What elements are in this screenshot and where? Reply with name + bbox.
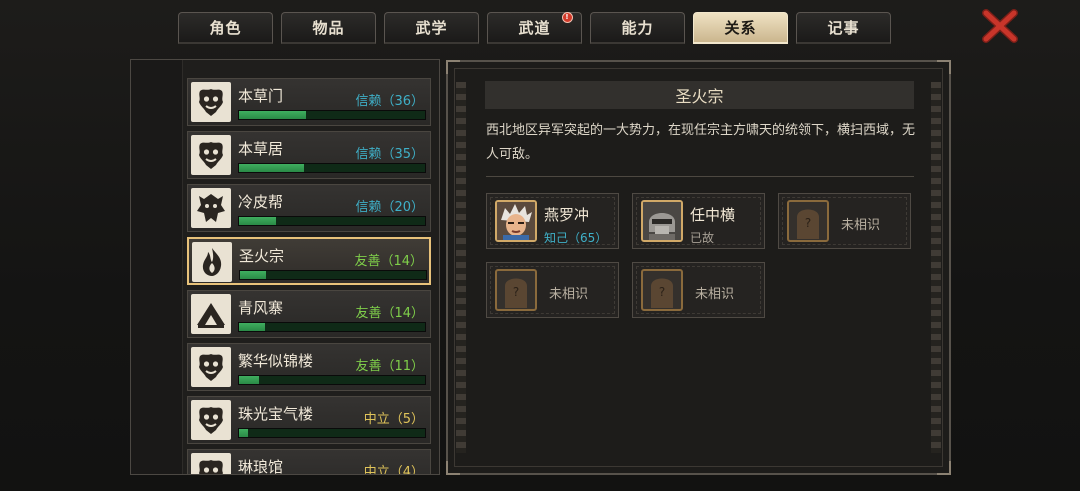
unknown-question-portrait: ? <box>787 200 829 242</box>
fret-border-right <box>931 82 941 453</box>
faction-item[interactable]: 珠光宝气楼 中立（5） <box>187 396 431 444</box>
tab-abilities[interactable]: 能力 <box>590 12 685 44</box>
fret-border-left <box>456 82 466 453</box>
relation-progress-fill <box>239 376 260 384</box>
faction-item[interactable]: 琳琅馆 中立（4） <box>187 449 431 475</box>
relation-progress-bar <box>239 270 427 280</box>
faction-name: 圣火宗 <box>239 247 285 265</box>
svg-text:?: ? <box>513 285 519 299</box>
close-x-icon <box>982 9 1018 43</box>
relation-progress-bar <box>238 110 426 120</box>
tab-character[interactable]: 角色 <box>178 12 273 44</box>
tab-label: 武学 <box>415 19 448 37</box>
unknown-label: 未相识 <box>695 287 735 302</box>
relation-progress-fill <box>240 271 267 279</box>
relation-progress-bar <box>238 163 426 173</box>
unknown-character-card[interactable]: ? 未相识 <box>778 193 911 249</box>
tab-label: 记事 <box>827 19 860 37</box>
tab-items[interactable]: 物品 <box>281 12 376 44</box>
faction-relation-status: 中立（4） <box>363 465 424 475</box>
faction-relation-status: 中立（5） <box>363 412 424 427</box>
faction-item[interactable]: 冷皮帮 信赖（20） <box>187 184 431 232</box>
tab-relations[interactable]: 关系 <box>693 12 788 44</box>
relationship-screen: 角色 物品 武学 武道! 能力 关系 记事 本草门 信赖（36） 本草居 信赖（35）… <box>0 0 1080 491</box>
tab-label: 物品 <box>312 19 345 37</box>
unknown-label: 未相识 <box>841 218 881 233</box>
tab-martial-way[interactable]: 武道! <box>487 12 582 44</box>
relation-progress-bar <box>238 216 426 226</box>
unknown-character-card[interactable]: ? 未相识 <box>486 262 619 318</box>
faction-name: 本草居 <box>238 140 284 158</box>
list-rail <box>131 60 183 474</box>
demon-mask-emblem-icon <box>191 400 231 440</box>
unknown-question-portrait: ? <box>495 269 537 311</box>
faction-description: 西北地区异军突起的一大势力，在现任宗主方啸天的统领下，横扫西域，无人可敌。 <box>486 123 916 162</box>
demon-mask-emblem-icon <box>191 135 231 175</box>
faction-item[interactable]: 圣火宗 友善（14） <box>187 237 431 285</box>
tab-martial-arts[interactable]: 武学 <box>384 12 479 44</box>
faction-title: 圣火宗 <box>485 81 914 109</box>
faction-name: 冷皮帮 <box>238 193 284 211</box>
relation-progress-bar <box>238 375 426 385</box>
faction-relation-status: 友善（14） <box>355 306 424 321</box>
character-name: 任中横 <box>690 206 736 224</box>
faction-list[interactable]: 本草门 信赖（36） 本草居 信赖（35） 冷皮帮 信赖（20） 圣火宗 友善（14） 青风寨友… <box>130 59 440 475</box>
faction-name: 本草门 <box>238 87 284 105</box>
relation-progress-fill <box>239 323 266 331</box>
divider <box>486 176 914 177</box>
corner-ornament <box>937 461 951 475</box>
character-card[interactable]: 燕罗冲知己（65） <box>486 193 619 249</box>
close-button[interactable] <box>980 8 1020 44</box>
faction-name: 琳琅馆 <box>238 458 284 475</box>
faction-detail-panel: 圣火宗 西北地区异军突起的一大势力，在现任宗主方啸天的统领下，横扫西域，无人可敌… <box>446 60 951 475</box>
faction-relation-status: 信赖（35） <box>355 147 424 162</box>
corner-ornament <box>937 60 951 74</box>
flame-emblem-icon <box>192 242 232 282</box>
white-haired-swordsman-portrait <box>495 200 537 242</box>
faction-relation-status: 信赖（20） <box>355 200 424 215</box>
faction-name: 繁华似锦楼 <box>238 352 314 370</box>
tab-journal[interactable]: 记事 <box>796 12 891 44</box>
faction-relation-status: 友善（11） <box>355 359 424 374</box>
corner-ornament <box>446 60 460 74</box>
character-name: 燕罗冲 <box>544 206 590 224</box>
demon-mask-emblem-icon <box>191 82 231 122</box>
relation-progress-fill <box>239 164 305 172</box>
unknown-label: 未相识 <box>549 287 589 302</box>
svg-text:?: ? <box>659 285 665 299</box>
faction-item[interactable]: 繁华似锦楼 友善（11） <box>187 343 431 391</box>
demon-mask-emblem-icon <box>191 347 231 387</box>
character-status: 已故 <box>690 231 715 245</box>
corner-ornament <box>446 461 460 475</box>
unknown-character-card[interactable]: ? 未相识 <box>632 262 765 318</box>
faction-name: 珠光宝气楼 <box>238 405 314 423</box>
tab-label: 能力 <box>621 19 654 37</box>
relation-progress-bar <box>238 322 426 332</box>
faction-item[interactable]: 本草居 信赖（35） <box>187 131 431 179</box>
helmeted-warrior-portrait <box>641 200 683 242</box>
tab-label: 关系 <box>724 19 757 37</box>
tab-label: 武道 <box>518 19 551 37</box>
relation-progress-fill <box>239 111 306 119</box>
demon-mask-emblem-icon <box>191 453 231 474</box>
unknown-question-portrait: ? <box>641 269 683 311</box>
faction-name: 青风寨 <box>238 299 284 317</box>
beast-emblem-icon <box>191 188 231 228</box>
tab-bar: 角色 物品 武学 武道! 能力 关系 记事 <box>178 12 891 46</box>
mountain-emblem-icon <box>191 294 231 334</box>
relation-progress-fill <box>239 217 277 225</box>
faction-item[interactable]: 青风寨 友善（14） <box>187 290 431 338</box>
faction-item[interactable]: 本草门 信赖（36） <box>187 78 431 126</box>
faction-relation-status: 信赖（36） <box>355 94 424 109</box>
notification-badge: ! <box>562 12 573 23</box>
svg-text:?: ? <box>805 216 811 230</box>
character-status: 知己（65） <box>544 231 608 245</box>
tab-label: 角色 <box>209 19 242 37</box>
character-card[interactable]: 任中横 已故 <box>632 193 765 249</box>
relation-progress-bar <box>238 428 426 438</box>
faction-relation-status: 友善（14） <box>354 254 423 269</box>
relation-progress-fill <box>239 429 249 437</box>
